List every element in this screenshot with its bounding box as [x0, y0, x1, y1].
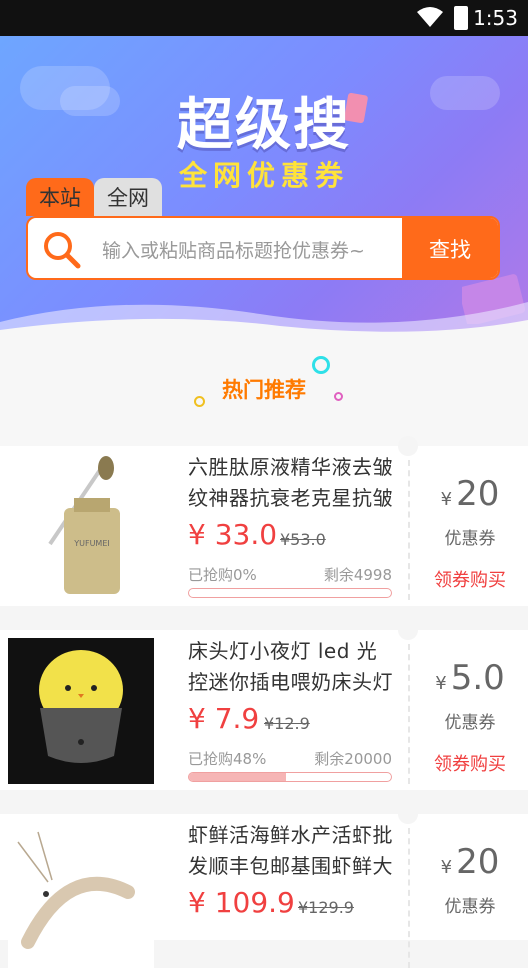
- product-card[interactable]: YUFUMEI 六胜肽原液精华液去皱纹神器抗衰老克星抗皱 ¥ 33.0 ¥53.…: [0, 436, 528, 606]
- search-input[interactable]: 输入或粘贴商品标题抢优惠券~: [102, 236, 365, 263]
- hot-section-header: 热门推荐: [0, 336, 528, 446]
- search-button[interactable]: 查找: [402, 218, 498, 278]
- product-title: 六胜肽原液精华液去皱纹神器抗衰老克星抗皱: [188, 455, 393, 510]
- sold-percent: 已抢购0%: [188, 566, 257, 584]
- tab-whole-web[interactable]: 全网: [94, 178, 162, 216]
- tab-this-site[interactable]: 本站: [26, 178, 94, 216]
- product-card[interactable]: 床头灯小夜灯 led 光控迷你插电喂奶床头灯节 ¥ 7.9 ¥12.9 已抢购4…: [0, 620, 528, 790]
- search-bar: 输入或粘贴商品标题抢优惠券~ 查找: [26, 216, 500, 280]
- product-price: ¥ 109.9: [188, 886, 295, 919]
- coupon-amount: ¥5.0: [435, 658, 505, 698]
- get-coupon-button[interactable]: 领券购买: [412, 566, 528, 592]
- section-title: 热门推荐: [222, 378, 306, 402]
- status-bar: 1:53: [0, 0, 528, 36]
- coupon-divider: [408, 644, 410, 784]
- search-scope-tabs: 本站 全网: [26, 178, 162, 216]
- coupon-label: 优惠券: [444, 529, 496, 549]
- battery-icon: [454, 6, 468, 30]
- sold-percent: 已抢购48%: [188, 750, 267, 768]
- product-image: [8, 822, 154, 968]
- product-image: YUFUMEI: [8, 454, 154, 600]
- svg-text:YUFUMEI: YUFUMEI: [73, 539, 110, 548]
- decorative-dot: [312, 356, 330, 374]
- product-card[interactable]: 虾鲜活海鲜水产活虾批发顺丰包邮基围虾鲜大 ¥ 109.9 ¥129.9 ¥20 …: [0, 804, 528, 968]
- wifi-icon: [417, 7, 443, 27]
- coupon-notch: [398, 436, 418, 456]
- coupon-divider: [408, 460, 410, 600]
- wave-divider: [0, 302, 528, 336]
- coupon-notch: [398, 620, 418, 640]
- product-original-price: ¥129.9: [298, 898, 354, 917]
- product-title: 虾鲜活海鲜水产活虾批发顺丰包邮基围虾鲜大: [188, 823, 393, 878]
- hero-title: 超级搜: [177, 93, 351, 158]
- coupon-amount: ¥20: [440, 842, 500, 882]
- product-original-price: ¥12.9: [264, 714, 310, 733]
- coupon-notch: [398, 804, 418, 824]
- coupon-label: 优惠券: [444, 713, 496, 733]
- stock-remaining: 剩余4998: [323, 566, 392, 584]
- coupon-divider: [408, 828, 410, 968]
- status-time: 1:53: [473, 6, 518, 30]
- search-icon: [44, 232, 81, 269]
- coupon-amount: ¥20: [440, 474, 500, 514]
- product-price: ¥ 7.9: [188, 702, 260, 735]
- product-original-price: ¥53.0: [280, 530, 326, 549]
- stock-remaining: 剩余20000: [314, 750, 392, 768]
- sold-progress-bar: [188, 772, 392, 782]
- sold-progress-fill: [189, 773, 286, 781]
- sold-progress-bar: [188, 588, 392, 598]
- coupon-label: 优惠券: [444, 897, 496, 917]
- product-price: ¥ 33.0: [188, 518, 278, 551]
- product-image: [8, 638, 154, 784]
- product-title: 床头灯小夜灯 led 光控迷你插电喂奶床头灯节: [188, 639, 393, 694]
- get-coupon-button[interactable]: 领券购买: [412, 750, 528, 776]
- search-hero: 超级搜 全网优惠券 本站 全网 输入或粘贴商品标题抢优惠券~ 查找: [0, 36, 528, 336]
